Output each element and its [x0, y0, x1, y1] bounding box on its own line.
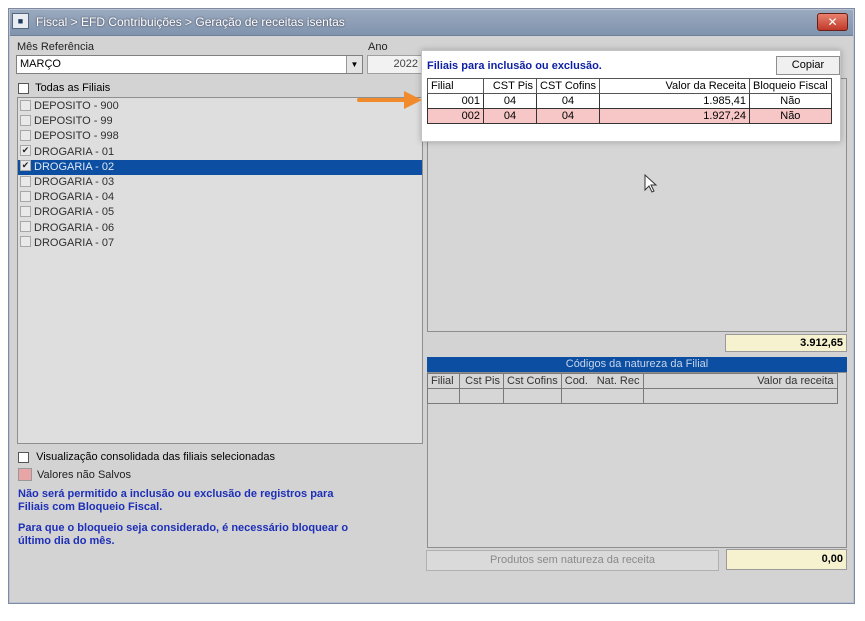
checkbox-icon[interactable]	[20, 175, 31, 187]
checkbox-icon[interactable]	[20, 236, 31, 248]
column-header[interactable]: CST Cofins	[535, 78, 601, 94]
column-header[interactable]: CST Pis	[483, 78, 537, 94]
checkbox-icon[interactable]	[18, 451, 29, 463]
empty-cell[interactable]	[427, 388, 460, 404]
checkbox-icon[interactable]	[20, 160, 31, 172]
column-header[interactable]: Cst Cofins	[503, 373, 562, 389]
consolidated-label: Visualização consolidada das filiais sel…	[36, 451, 275, 463]
month-select[interactable]	[16, 55, 363, 74]
close-button[interactable]: ✕	[817, 13, 848, 31]
natureza-title: Códigos da natureza da Filial	[427, 357, 847, 372]
cell-cst-cofins[interactable]: 04	[535, 108, 601, 124]
empty-cell[interactable]	[642, 388, 838, 404]
cell-filial[interactable]: 002	[427, 108, 484, 124]
checkbox-icon[interactable]	[20, 114, 31, 126]
revenue-total: 3.912,65	[725, 334, 847, 352]
checkbox-icon[interactable]	[20, 129, 31, 141]
cell-bloqueio[interactable]: Não	[749, 108, 832, 124]
column-header[interactable]: Cst Pis	[459, 373, 504, 389]
info-line-1: Não será permitido a inclusão ou exclusã…	[18, 488, 334, 500]
branch-list-item[interactable]: DROGARIA - 05	[18, 205, 422, 220]
table-header-row: Filial CST Pis CST Cofins Valor da Recei…	[427, 78, 832, 94]
month-label: Mês Referência	[17, 41, 95, 53]
chevron-down-icon[interactable]: ▼	[346, 56, 362, 73]
branch-label: DROGARIA - 02	[34, 160, 115, 173]
info-line-4: último dia do mês.	[18, 535, 115, 547]
info-line-2: Filiais com Bloqueio Fiscal.	[18, 501, 163, 513]
natureza-table: Filial Cst Pis Cst Cofins Cod. Nat. Rec …	[427, 373, 838, 404]
checkbox-icon[interactable]	[20, 99, 31, 111]
branch-list-item[interactable]: DROGARIA - 02	[18, 159, 422, 175]
column-header[interactable]: Nat. Rec	[591, 373, 644, 389]
window-title: Fiscal > EFD Contribuições > Geração de …	[36, 15, 345, 29]
branch-label: DROGARIA - 07	[34, 236, 115, 249]
unsaved-label: Valores não Salvos	[37, 469, 131, 481]
table-row[interactable]: 002 04 04 1.927,24 Não	[427, 108, 832, 124]
year-input[interactable]: 2022	[367, 55, 422, 74]
empty-cell[interactable]	[503, 388, 562, 404]
column-header[interactable]: Filial	[427, 78, 484, 94]
produtos-sem-natureza-button[interactable]: Produtos sem natureza da receita	[426, 550, 719, 571]
close-icon: ✕	[827, 15, 838, 29]
cell-bloqueio[interactable]: Não	[749, 93, 832, 109]
branch-label: DEPOSITO - 998	[34, 130, 119, 143]
filiais-table: Filial CST Pis CST Cofins Valor da Recei…	[427, 78, 832, 124]
checkbox-icon[interactable]	[20, 145, 31, 157]
table-row[interactable]: 001 04 04 1.985,41 Não	[427, 93, 832, 109]
checkbox-icon[interactable]	[20, 221, 31, 233]
empty-cell[interactable]	[560, 388, 644, 404]
arrow-right-icon	[357, 91, 422, 109]
branch-list-item[interactable]: DROGARIA - 01	[18, 145, 422, 160]
cell-cst-cofins[interactable]: 04	[535, 93, 601, 109]
app-icon: ■	[12, 13, 29, 29]
branch-label: DROGARIA - 06	[34, 221, 115, 234]
branch-list-item[interactable]: DEPOSITO - 998	[18, 129, 422, 144]
all-branches-checkbox[interactable]: Todas as Filiais	[18, 82, 110, 94]
branch-label: DEPOSITO - 900	[34, 100, 119, 112]
column-header[interactable]: Cod.	[560, 373, 591, 389]
column-header[interactable]: Filial	[427, 373, 460, 389]
cell-cst-pis[interactable]: 04	[483, 108, 537, 124]
consolidated-checkbox[interactable]: Visualização consolidada das filiais sel…	[18, 451, 275, 463]
month-value: MARÇO	[20, 58, 61, 70]
cell-filial[interactable]: 001	[427, 93, 484, 109]
column-header[interactable]: Bloqueio Fiscal	[749, 78, 832, 94]
branch-label: DEPOSITO - 99	[34, 115, 113, 128]
checkbox-icon[interactable]	[20, 190, 31, 202]
cell-valor[interactable]: 1.927,24	[599, 108, 751, 124]
branch-list-item[interactable]: DROGARIA - 07	[18, 236, 422, 251]
cell-cst-pis[interactable]: 04	[483, 93, 537, 109]
filiais-heading: Filiais para inclusão ou exclusão.	[427, 60, 602, 72]
checkbox-icon[interactable]	[18, 82, 29, 94]
natureza-total: 0,00	[726, 549, 847, 570]
copy-button[interactable]: Copiar	[776, 56, 840, 75]
table-row[interactable]	[427, 388, 838, 404]
info-line-3: Para que o bloqueio seja considerado, é …	[18, 522, 349, 534]
branch-list-item[interactable]: DROGARIA - 03	[18, 175, 422, 190]
cell-valor[interactable]: 1.985,41	[599, 93, 751, 109]
table-header-row: Filial Cst Pis Cst Cofins Cod. Nat. Rec …	[427, 373, 838, 389]
checkbox-icon[interactable]	[20, 205, 31, 217]
branch-label: DROGARIA - 03	[34, 176, 115, 188]
branch-list-item[interactable]: DROGARIA - 04	[18, 190, 422, 205]
branch-list-item[interactable]: DEPOSITO - 99	[18, 114, 422, 129]
column-header[interactable]: Valor da receita	[642, 373, 838, 389]
branch-label: DROGARIA - 04	[34, 191, 115, 204]
branch-list-item[interactable]: DROGARIA - 06	[18, 221, 422, 236]
branch-label: DROGARIA - 01	[34, 145, 115, 158]
branch-label: DROGARIA - 05	[34, 206, 115, 219]
column-header[interactable]: Valor da Receita	[599, 78, 751, 94]
all-branches-label: Todas as Filiais	[35, 82, 111, 94]
mouse-cursor-icon	[644, 174, 658, 193]
unsaved-legend-swatch	[18, 468, 32, 481]
year-label: Ano	[368, 41, 388, 53]
empty-cell[interactable]	[459, 388, 504, 404]
